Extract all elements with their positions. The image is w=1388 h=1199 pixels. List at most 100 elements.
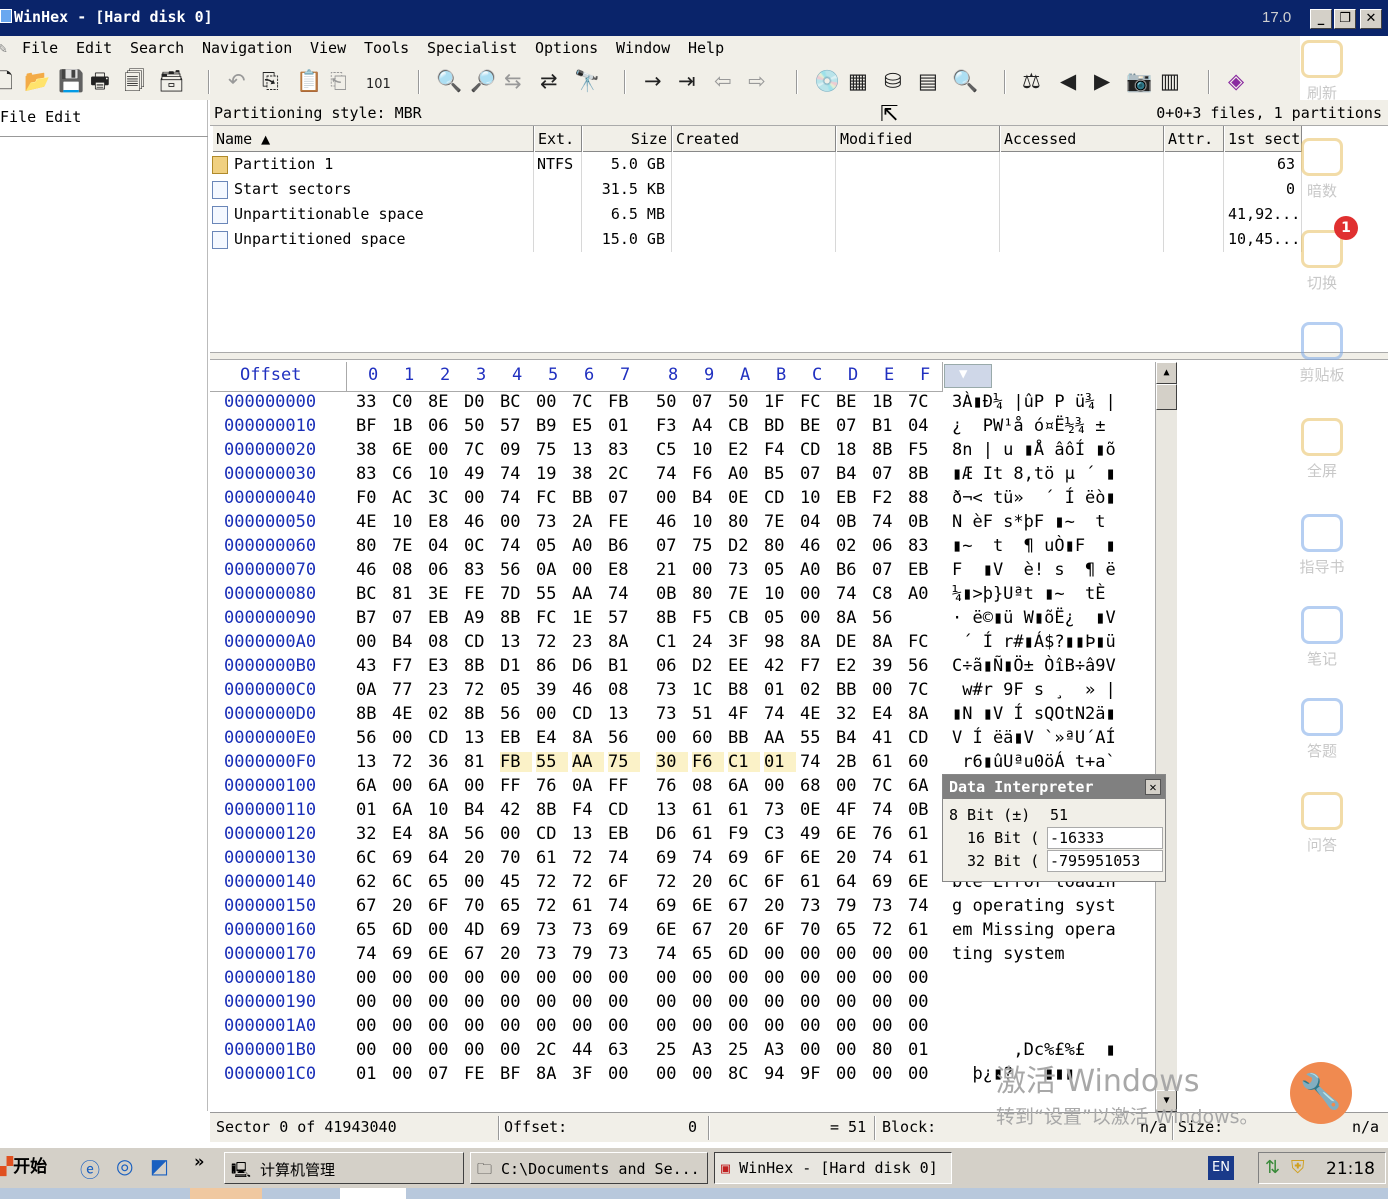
hex-byte[interactable]: 73 [728,560,760,580]
hex-byte[interactable]: 61 [692,800,724,820]
hex-byte[interactable]: 7E [728,584,760,604]
hex-byte[interactable]: 8A [836,608,868,628]
hex-byte[interactable]: 0A [536,560,568,580]
table-icon[interactable]: ▥ [1160,68,1180,94]
hex-byte[interactable]: 3E [428,584,460,604]
hex-byte[interactable]: 2C [608,464,640,484]
hex-byte[interactable]: FC [536,488,568,508]
open-disk-icon[interactable]: 🗃 [158,68,185,94]
scroll-up-icon[interactable]: ▲ [1156,362,1177,384]
hex-byte[interactable]: 76 [656,776,688,796]
hex-byte[interactable]: 75 [692,536,724,556]
hex-byte[interactable]: BC [356,584,388,604]
hex-byte[interactable]: 00 [464,1040,496,1060]
hex-byte[interactable]: 00 [500,1040,532,1060]
hex-byte[interactable]: F6 [692,752,724,772]
find-hex-icon[interactable]: 🔎 [470,68,496,94]
hex-byte[interactable]: 73 [536,920,568,940]
hex-byte[interactable]: 4D [464,920,496,940]
hex-byte[interactable]: E5 [572,416,604,436]
wrench-icon[interactable]: 🔧 [1290,1062,1352,1124]
hex-row[interactable]: 0000000F0 13 72 36 81 FB 55 AA 75 30 F6 C1 01 74 2B 61 6… [210,752,1155,776]
hex-byte[interactable]: 13 [656,800,688,820]
hex-byte[interactable]: 6D [728,944,760,964]
hex-byte[interactable]: 00 [872,992,904,1012]
hex-byte[interactable]: CD [608,800,640,820]
hex-byte[interactable]: C1 [728,752,760,772]
hex-byte[interactable]: 4E [356,512,388,532]
hex-byte[interactable]: F3 [656,416,688,436]
hex-byte[interactable]: 00 [392,1040,424,1060]
hex-byte[interactable]: D2 [692,656,724,676]
hex-row[interactable]: 000000090 B7 07 EB A9 8B FC 1E 57 8B F5 CB 05 00 8A 56 ·… [210,608,1155,632]
hex-byte[interactable]: CD [536,824,568,844]
hex-byte[interactable]: 8B [500,608,532,628]
hex-byte[interactable]: 00 [764,776,796,796]
hex-byte[interactable]: B9 [536,416,568,436]
hex-byte[interactable]: 69 [656,848,688,868]
hex-byte[interactable]: 83 [908,536,940,556]
hex-byte[interactable]: 20 [836,848,868,868]
menu-view[interactable]: View [310,39,346,57]
hex-byte[interactable]: 6C [728,872,760,892]
hex-byte[interactable]: 88 [908,488,940,508]
hex-editor[interactable]: 000000000 33 C0 8E D0 BC 00 7C FB 50 07 50 1F FC BE 1B 7… [210,392,1155,1110]
hex-byte[interactable]: CD [464,632,496,652]
hex-byte[interactable]: 76 [872,824,904,844]
hex-byte[interactable]: 8B [872,440,904,460]
hex-byte[interactable]: 72 [872,920,904,940]
hex-byte[interactable]: 6E [392,440,424,460]
hex-byte[interactable]: 50 [656,392,688,412]
hex-byte[interactable]: E2 [836,656,868,676]
replace-hex-icon[interactable]: ⇄ [540,68,558,94]
hex-byte[interactable]: 70 [500,848,532,868]
hex-byte[interactable]: 6E [800,848,832,868]
hex-byte[interactable]: 2C [536,1040,568,1060]
hex-byte[interactable]: C0 [392,392,424,412]
hex-byte[interactable]: 69 [728,848,760,868]
hex-byte[interactable]: 08 [608,680,640,700]
hex-byte[interactable]: 73 [800,896,832,916]
guide-tool[interactable]: 指导书 [1290,514,1354,577]
hex-byte[interactable]: 0B [836,512,868,532]
hex-byte[interactable]: 61 [536,848,568,868]
dip-value-8bit[interactable]: 51 [1047,804,1163,826]
hex-byte[interactable]: 63 [608,1040,640,1060]
hex-byte[interactable]: 07 [836,416,868,436]
hex-byte[interactable]: EB [500,728,532,748]
hex-byte[interactable]: 60 [692,728,724,748]
paste-icon[interactable]: 📋 [296,68,322,94]
hex-byte[interactable]: 00 [656,728,688,748]
hex-byte[interactable]: FE [464,584,496,604]
hex-byte[interactable]: 61 [692,824,724,844]
text-column[interactable]: F ▮V è! s ¶ ë [952,560,1116,580]
hex-byte[interactable]: 00 [464,992,496,1012]
hex-byte[interactable]: EE [728,656,760,676]
hex-byte[interactable]: EB [836,488,868,508]
next-icon[interactable]: ▶ [1094,68,1110,94]
hex-byte[interactable]: 62 [356,872,388,892]
hex-row[interactable]: 000000160 65 6D 00 4D 69 73 73 69 6E 67 20 6F 70 65 72 6… [210,920,1155,944]
hex-byte[interactable]: 07 [692,392,724,412]
hex-byte[interactable]: 00 [908,1064,940,1084]
hex-byte[interactable]: 8B [356,704,388,724]
menu-tools[interactable]: Tools [364,39,409,57]
hex-byte[interactable]: 00 [428,1040,460,1060]
table-row[interactable]: Unpartitioned space 15.0 GB 10,45... [212,227,1302,252]
hex-byte[interactable]: 8A [800,632,832,652]
hex-row[interactable]: 000000080 BC 81 3E FE 7D 55 AA 74 0B 80 7E 10 00 74 C8 A… [210,584,1155,608]
hex-row[interactable]: 0000000E0 56 00 CD 13 EB E4 8A 56 00 60 BB AA 55 B4 41 C… [210,728,1155,752]
hex-byte[interactable]: 42 [764,656,796,676]
hex-byte[interactable]: D2 [728,536,760,556]
col-accessed[interactable]: Accessed [1000,126,1164,152]
hex-byte[interactable]: 25 [728,1040,760,1060]
hex-byte[interactable]: 04 [800,512,832,532]
hex-byte[interactable]: 1B [392,416,424,436]
hex-byte[interactable]: 7C [872,776,904,796]
hex-byte[interactable]: B4 [692,488,724,508]
hex-byte[interactable]: 75 [608,752,640,772]
hex-byte[interactable]: 33 [356,392,388,412]
hex-byte[interactable]: 1C [692,680,724,700]
hex-byte[interactable]: E4 [392,824,424,844]
print-icon[interactable]: 🖶 [90,68,110,94]
